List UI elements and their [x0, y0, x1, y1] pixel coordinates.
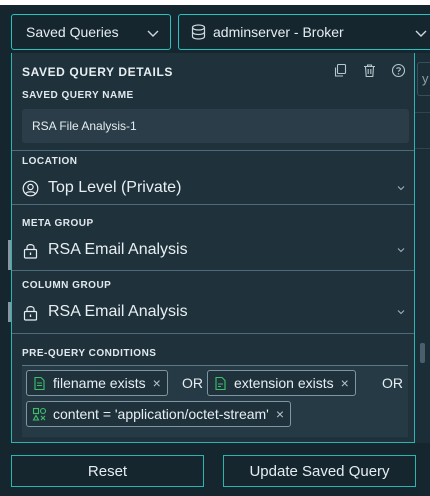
backdrop-scrollbar[interactable] — [420, 343, 425, 363]
database-icon — [191, 24, 206, 40]
saved-queries-dropdown[interactable]: Saved Queries — [11, 14, 171, 50]
trash-icon[interactable] — [362, 63, 377, 78]
chevron-down-icon — [397, 248, 405, 253]
saved-query-name-label: SAVED QUERY NAME — [22, 90, 134, 101]
condition-text: filename exists — [53, 375, 146, 391]
chevron-down-icon — [147, 30, 159, 37]
column-group-select[interactable]: RSA Email Analysis — [12, 293, 414, 331]
remove-condition-button[interactable]: × — [276, 406, 284, 422]
section-divider — [12, 270, 414, 271]
meta-group-label: META GROUP — [22, 218, 94, 229]
lock-icon — [23, 305, 38, 321]
saved-query-name-input[interactable]: RSA File Analysis-1 — [22, 109, 409, 143]
meta-group-select[interactable]: RSA Email Analysis — [12, 231, 414, 269]
condition-pill[interactable]: content = 'application/octet-stream' × — [26, 401, 292, 427]
condition-operator: OR — [182, 375, 203, 391]
backdrop-left — [0, 53, 11, 496]
lock-icon — [23, 243, 38, 259]
header-bar: Saved Queries adminserver - Broker — [0, 5, 430, 53]
column-group-value: RSA Email Analysis — [48, 303, 188, 320]
pre-query-conditions-label: PRE-QUERY CONDITIONS — [22, 348, 157, 359]
remove-condition-button[interactable]: × — [341, 375, 349, 391]
saved-query-details-panel: SAVED QUERY DETAILS SAVED QUERY NAME RSA… — [11, 53, 415, 443]
condition-text: content = 'application/octet-stream' — [53, 406, 269, 422]
file-meta-icon — [215, 376, 226, 390]
user-circle-icon — [22, 180, 39, 196]
backdrop-divider — [415, 148, 430, 149]
section-divider — [12, 204, 414, 205]
location-select[interactable]: Top Level (Private) — [12, 169, 414, 207]
location-label: LOCATION — [22, 156, 78, 167]
chevron-down-icon — [415, 30, 427, 37]
footer-bar: Reset Update Saved Query — [0, 443, 430, 496]
server-label: adminserver - Broker — [213, 24, 344, 40]
server-dropdown[interactable]: adminserver - Broker — [178, 14, 430, 50]
reset-button[interactable]: Reset — [11, 455, 204, 487]
copy-icon[interactable] — [333, 63, 348, 78]
condition-text: extension exists — [234, 375, 334, 391]
condition-pill[interactable]: extension exists × — [207, 370, 356, 396]
backdrop-field: y — [417, 62, 430, 96]
help-icon[interactable] — [391, 63, 406, 78]
file-text-icon — [34, 376, 45, 390]
chevron-down-icon — [397, 186, 405, 191]
backdrop-right — [415, 53, 430, 496]
saved-query-name-value: RSA File Analysis-1 — [32, 119, 137, 133]
panel-toolbar — [333, 63, 406, 78]
remove-condition-button[interactable]: × — [153, 375, 161, 391]
column-group-label: COLUMN GROUP — [22, 280, 112, 291]
condition-pill[interactable]: filename exists × — [26, 370, 168, 396]
section-divider — [12, 333, 414, 334]
chevron-down-icon — [397, 310, 405, 315]
shapes-icon — [32, 407, 47, 421]
update-saved-query-button[interactable]: Update Saved Query — [223, 455, 416, 487]
backdrop-divider — [415, 112, 430, 113]
saved-queries-label: Saved Queries — [26, 24, 119, 40]
condition-operator: OR — [382, 375, 403, 391]
panel-title: SAVED QUERY DETAILS — [22, 65, 173, 79]
location-value: Top Level (Private) — [48, 179, 182, 196]
pre-query-conditions-box[interactable]: filename exists × OR extension exists × … — [22, 365, 408, 437]
backdrop-field-text: y — [422, 71, 429, 86]
meta-group-value: RSA Email Analysis — [48, 241, 188, 258]
section-divider — [12, 150, 414, 151]
